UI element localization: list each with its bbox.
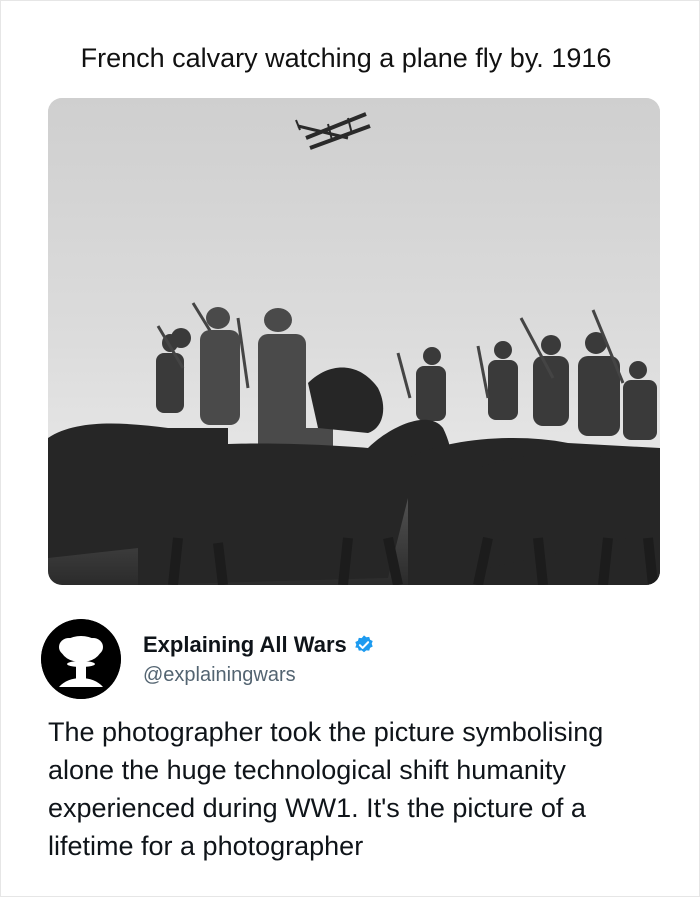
author-handle[interactable]: @explainingwars [143,664,375,687]
post-text: The photographer took the picture symbol… [48,717,604,861]
cavalry-photo-image [48,98,660,585]
author-row: Explaining All Wars @explainingwars [41,619,375,699]
author-names: Explaining All Wars @explainingwars [143,632,375,687]
post-headline: French calvary watching a plane fly by. … [80,43,612,73]
post-card: French calvary watching a plane fly by. … [0,0,700,897]
avatar[interactable] [41,619,121,699]
post-photo[interactable] [48,98,660,585]
author-display-name[interactable]: Explaining All Wars [143,632,347,658]
mushroom-cloud-icon [41,619,121,699]
verified-badge-icon [355,634,373,652]
